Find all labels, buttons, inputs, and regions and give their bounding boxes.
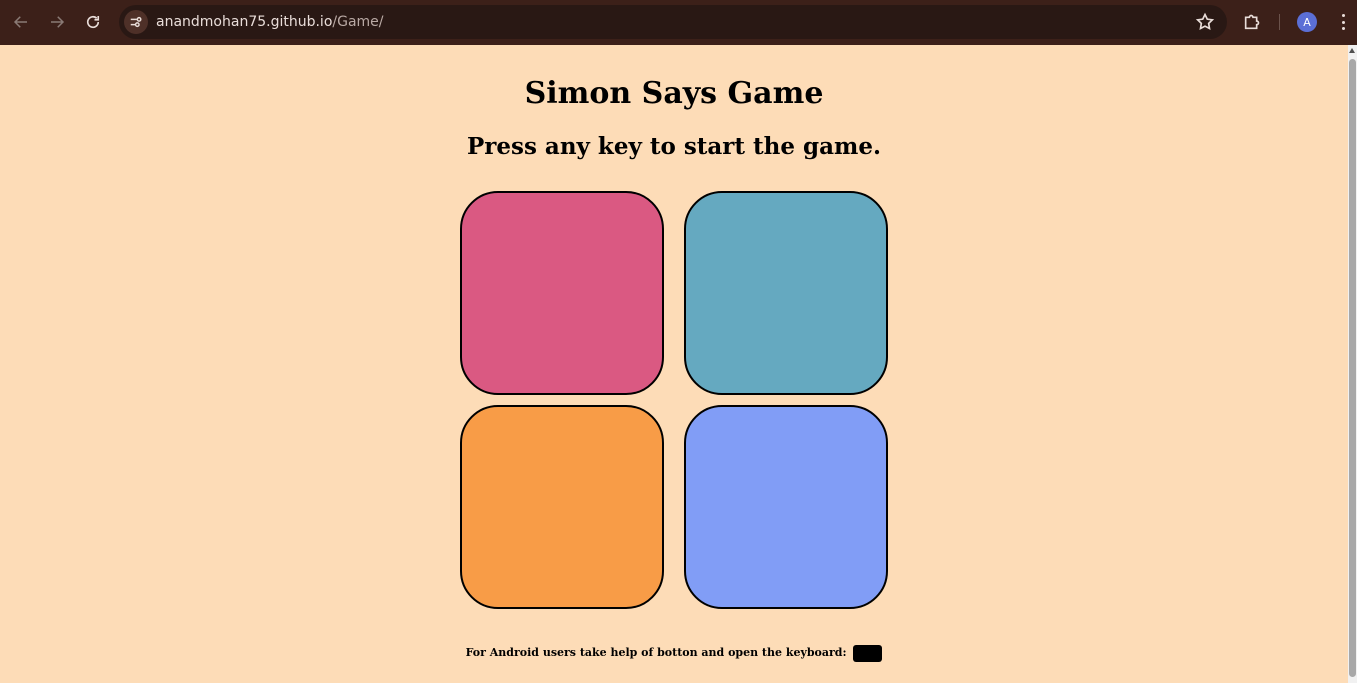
browser-toolbar: anandmohan75.github.io/Game/ A: [0, 0, 1357, 45]
forward-icon[interactable]: [44, 9, 70, 35]
open-keyboard-button[interactable]: [853, 644, 883, 662]
toolbar-separator: [1279, 14, 1280, 30]
blue-game-button[interactable]: [684, 191, 888, 395]
url-path: /Game/: [332, 14, 384, 30]
url-host: anandmohan75.github.io: [156, 14, 333, 30]
address-bar[interactable]: anandmohan75.github.io/Game/: [119, 5, 1227, 39]
page-scrollbar[interactable]: [1348, 45, 1357, 683]
android-help-text: For Android users take help of botton an…: [0, 644, 1348, 662]
scroll-up-icon[interactable]: [1349, 48, 1355, 53]
profile-avatar[interactable]: A: [1297, 12, 1317, 32]
game-status: Press any key to start the game.: [466, 133, 882, 160]
scroll-thumb[interactable]: [1349, 59, 1356, 677]
red-game-button[interactable]: [460, 191, 664, 395]
back-icon[interactable]: [8, 9, 34, 35]
site-info-icon[interactable]: [124, 10, 148, 34]
page-title: Simon Says Game: [524, 76, 824, 111]
menu-icon[interactable]: [1334, 12, 1352, 32]
reload-icon[interactable]: [80, 9, 106, 35]
orange-game-button[interactable]: [460, 405, 664, 609]
extensions-icon[interactable]: [1242, 10, 1264, 32]
purple-game-button[interactable]: [684, 405, 888, 609]
url-text[interactable]: anandmohan75.github.io/Game/: [156, 13, 384, 31]
star-icon[interactable]: [1195, 12, 1215, 32]
android-help-label: For Android users take help of botton an…: [465, 646, 847, 659]
